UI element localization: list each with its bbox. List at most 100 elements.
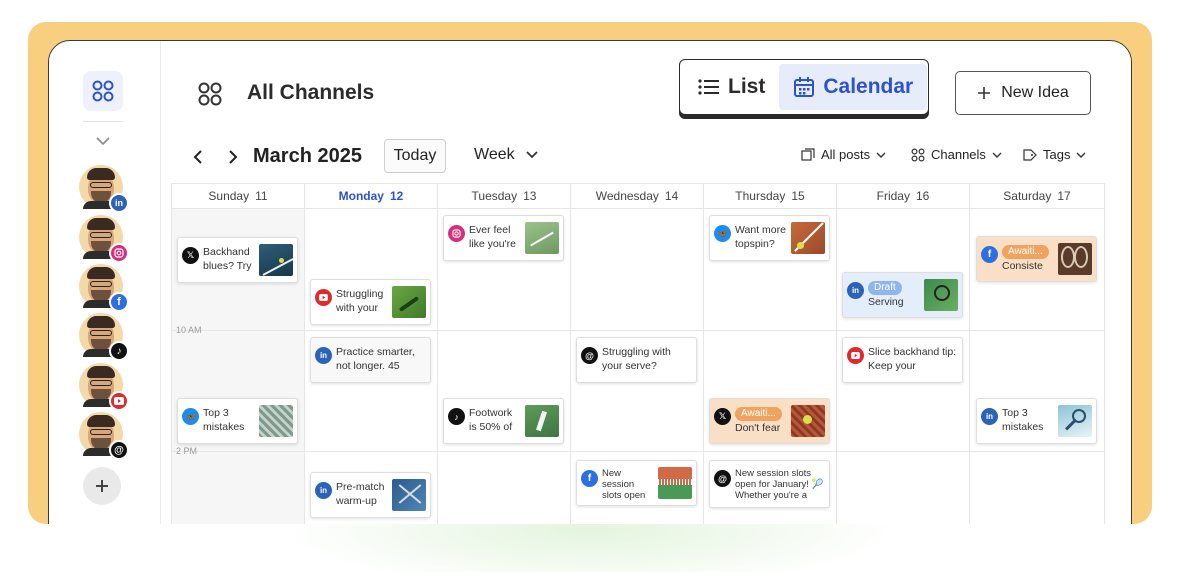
chevron-down-icon	[1076, 152, 1086, 158]
all-channels-button[interactable]	[83, 71, 123, 111]
screenshot-frame: in f ♪ @ All Channels List Calendar New …	[28, 22, 1152, 524]
all-posts-label: All posts	[821, 147, 871, 162]
current-month: March 2025	[253, 145, 362, 167]
channel-avatar-youtube[interactable]	[79, 363, 129, 411]
post-text: Top 3 mistakes	[1002, 407, 1044, 433]
post-text: Footwork is 50% of	[469, 407, 513, 433]
list-view-label: List	[728, 75, 766, 98]
post-card[interactable]: 𝕏 Backhand blues? Try	[177, 237, 298, 283]
post-card[interactable]: f New session slots open	[576, 460, 697, 506]
time-label: 2 PM	[176, 446, 198, 456]
calendar-view-label: Calendar	[823, 75, 914, 98]
post-thumbnail	[924, 279, 958, 311]
week-calendar: Sunday 11 Monday 12 Tuesday 13 Wednesday 14 …	[171, 183, 1105, 524]
post-card[interactable]: 𝕏 Awaiti... Don't fear	[709, 398, 830, 444]
post-thumbnail	[259, 244, 293, 276]
day-header-today: Monday 12	[305, 183, 437, 209]
day-column[interactable]: Saturday 17	[969, 183, 1105, 524]
post-card[interactable]: in Practice smarter, not longer. 45	[310, 337, 431, 383]
hour-line	[171, 451, 1105, 452]
x-icon: 𝕏	[182, 247, 199, 264]
day-header: Thursday 15	[704, 183, 836, 209]
plus-icon	[978, 87, 991, 99]
post-thumbnail	[791, 222, 825, 254]
threads-icon: @	[581, 347, 598, 364]
post-text: Pre-match warm-up hack: Don't	[336, 481, 388, 510]
post-card[interactable]: in Draft Serving	[842, 272, 963, 318]
post-text: Ever feel like you're	[469, 224, 516, 250]
list-icon	[698, 79, 719, 95]
range-label: Week	[474, 146, 515, 163]
sidebar-divider	[83, 121, 123, 122]
new-idea-button[interactable]: New Idea	[955, 71, 1091, 115]
range-select[interactable]: Week	[474, 146, 539, 164]
tags-label: Tags	[1043, 147, 1071, 162]
threads-icon: @	[109, 440, 129, 460]
channel-avatar-threads[interactable]: @	[79, 412, 129, 460]
channels-label: Channels	[931, 147, 986, 162]
post-text-line: Serving	[868, 296, 904, 308]
next-week-button[interactable]	[227, 149, 239, 165]
post-card[interactable]: f Awaiti... Consiste	[976, 236, 1097, 282]
linkedin-icon: in	[847, 282, 864, 299]
channel-avatar-instagram[interactable]	[79, 215, 129, 263]
post-card[interactable]: Slice backhand tip: Keep your	[842, 337, 963, 383]
post-card[interactable]: @ New session slots open for January! 🎾 …	[709, 460, 830, 508]
post-card[interactable]: @ Struggling with your serve?	[576, 337, 697, 383]
day-header: Saturday 17	[970, 183, 1104, 209]
plus-icon	[96, 480, 108, 492]
view-toggle: List Calendar	[679, 59, 929, 115]
channel-avatar-linkedin[interactable]: in	[79, 165, 129, 213]
linkedin-icon: in	[981, 408, 998, 425]
status-badge: Draft	[868, 281, 902, 295]
day-header: Tuesday 13	[438, 183, 570, 209]
prev-week-button[interactable]	[192, 149, 204, 165]
post-card[interactable]: Struggling with your	[310, 279, 431, 325]
instagram-icon	[109, 243, 129, 263]
chevron-down-icon	[992, 152, 1002, 158]
post-text: New session slots open for January! 🎾 Wh…	[735, 468, 824, 501]
post-card[interactable]: 🦋 Top 3 mistakes	[177, 398, 298, 444]
youtube-icon	[847, 347, 864, 364]
grid-icon	[92, 80, 114, 102]
post-card[interactable]: in Pre-match warm-up hack: Don't	[310, 472, 431, 518]
calendar-icon	[794, 77, 815, 97]
post-text: Awaiti... Don't fear	[735, 406, 788, 436]
post-thumbnail	[525, 222, 559, 254]
time-label: 10 AM	[176, 325, 202, 335]
post-text: New session slots open	[602, 468, 646, 501]
post-thumbnail	[525, 405, 559, 437]
tag-icon	[1023, 148, 1037, 161]
post-text: Practice smarter, not longer. 45	[336, 346, 415, 372]
app-window: in f ♪ @ All Channels List Calendar New …	[48, 40, 1132, 524]
list-view-button[interactable]: List	[684, 64, 779, 110]
facebook-icon: f	[109, 292, 129, 312]
post-thumbnail	[791, 405, 825, 437]
post-card[interactable]: ♪ Footwork is 50% of	[443, 398, 564, 444]
day-header: Sunday 11	[172, 183, 304, 209]
post-card[interactable]: 🦋 Want more topspin?	[709, 215, 830, 261]
tags-filter[interactable]: Tags	[1022, 147, 1086, 162]
grid-icon	[911, 147, 925, 162]
channel-avatar-tiktok[interactable]: ♪	[79, 313, 129, 361]
status-badge: Awaiti...	[1002, 245, 1049, 259]
channel-avatar-facebook[interactable]: f	[79, 264, 129, 312]
all-posts-filter[interactable]: All posts	[801, 147, 886, 162]
channels-filter[interactable]: Channels	[911, 147, 1002, 162]
chevron-down-icon[interactable]	[93, 133, 113, 149]
new-idea-label: New Idea	[1001, 84, 1069, 101]
linkedin-icon: in	[315, 347, 332, 364]
calendar-view-button[interactable]: Calendar	[779, 64, 928, 110]
post-text: Struggling with your	[336, 288, 384, 314]
today-button[interactable]: Today	[384, 139, 446, 173]
post-card[interactable]: in Top 3 mistakes	[976, 398, 1097, 444]
day-column[interactable]: Sunday 11	[171, 183, 304, 524]
sidebar: in f ♪ @	[49, 41, 161, 524]
post-thumbnail	[392, 479, 426, 511]
post-text: Awaiti... Consiste	[1002, 244, 1055, 274]
post-thumbnail	[658, 467, 692, 499]
facebook-icon: f	[581, 470, 598, 487]
post-card[interactable]: Ever feel like you're	[443, 215, 564, 261]
x-icon: 𝕏	[714, 408, 731, 425]
add-channel-button[interactable]	[83, 467, 121, 505]
